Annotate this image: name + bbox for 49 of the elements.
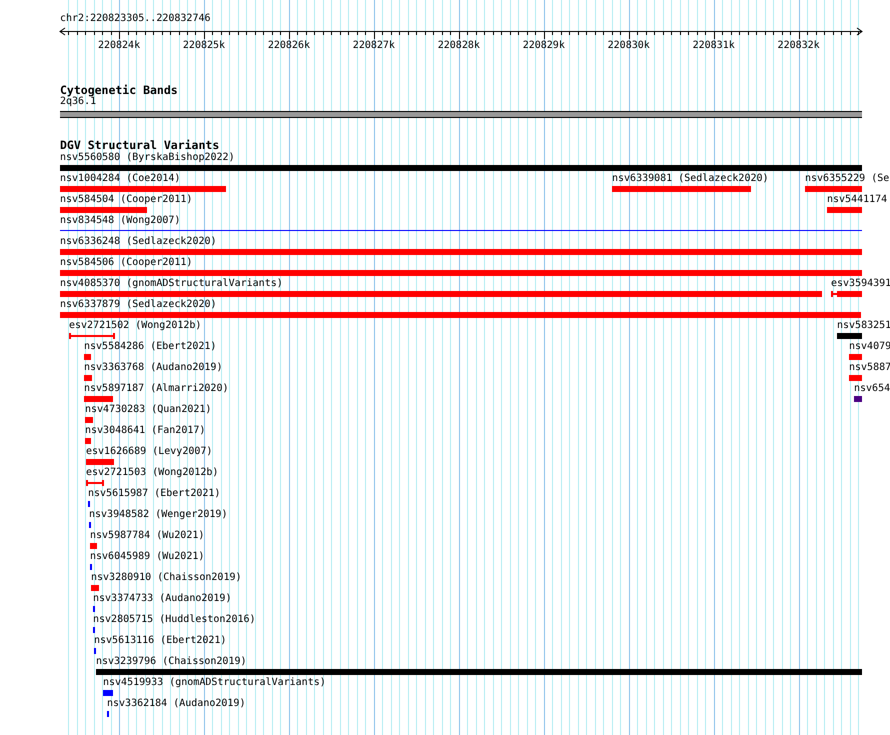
variant-label: nsv5584286 (Ebert2021) (84, 341, 216, 353)
variant-label: nsv584504 (Cooper2011) (60, 194, 192, 206)
variant-label: nsv584506 (Cooper2011) (60, 257, 192, 269)
variant-label: nsv5613116 (Ebert2021) (94, 635, 226, 647)
variant-label: nsv3374733 (Audano2019) (93, 593, 232, 605)
variant-label: nsv5441174 (827, 194, 888, 206)
variant-label: esv2721503 (Wong2012b) (86, 467, 218, 479)
variant-label: nsv5560580 (ByrskaBishop2022) (60, 152, 235, 164)
cytoband-bar[interactable] (60, 111, 862, 118)
tick-label: 220824k (98, 40, 140, 51)
variant-label: nsv4730283 (Quan2021) (85, 404, 212, 416)
variant-label: esv1626689 (Levy2007) (86, 446, 212, 458)
variant-label: nsv3362184 (Audano2019) (107, 698, 246, 710)
tick-label: 220827k (352, 40, 395, 51)
variant-label: nsv5897187 (Almarri2020) (84, 383, 228, 395)
variant-label: nsv6045989 (Wu2021) (90, 551, 204, 563)
tick-label: 220831k (692, 40, 735, 51)
variant-label: nsv834548 (Wong2007) (60, 215, 180, 227)
variant-label: nsv5987784 (Wu2021) (90, 530, 204, 542)
tick-label: 220825k (182, 40, 226, 51)
variant-label: nsv6336248 (Sedlazeck2020) (60, 236, 217, 248)
variant-label: nsv1004284 (Coe2014) (60, 173, 180, 185)
variant-label: nsv3048641 (Fan2017) (85, 425, 206, 437)
variant-label: nsv3948582 (Wenger2019) (89, 509, 228, 521)
variant-range[interactable] (69, 333, 115, 339)
variant-label: nsv6355229 (Se (805, 173, 890, 185)
variant-label: nsv6337879 (Sedlazeck2020) (60, 299, 217, 311)
tick-label: 220828k (438, 40, 480, 51)
variant-line[interactable] (60, 230, 862, 231)
variant-label: nsv4085370 (gnomADStructuralVariants) (60, 278, 283, 290)
variant-bar[interactable] (831, 291, 862, 297)
tick-label: 220832k (778, 40, 820, 51)
variant-label: nsv6339081 (Sedlazeck2020) (612, 173, 769, 185)
tick-label: 220826k (268, 40, 310, 51)
variant-label: nsv4519933 (gnomADStructuralVariants) (103, 677, 326, 689)
variant-label: esv2721502 (Wong2012b) (69, 320, 202, 332)
variant-label: nsv3280910 (Chaisson2019) (91, 572, 242, 584)
tick-label: 220829k (522, 40, 565, 51)
tick-label: 220830k (608, 40, 650, 51)
variant-label: nsv3363768 (Audano2019) (84, 362, 222, 374)
track-title: Cytogenetic Bands (60, 84, 179, 96)
variant-label: nsv5615987 (Ebert2021) (88, 488, 220, 500)
location-label: chr2:220823305..220832746 (60, 13, 212, 25)
variant-label: nsv2805715 (Huddleston2016) (93, 614, 256, 626)
variant-label: nsv3239796 (Chaisson2019) (96, 656, 247, 668)
track-title: DGV Structural Variants (60, 139, 220, 151)
variant-label: nsv654 (854, 383, 890, 395)
band-label: 2q36.1 (60, 96, 96, 108)
variant-range[interactable] (86, 480, 104, 486)
